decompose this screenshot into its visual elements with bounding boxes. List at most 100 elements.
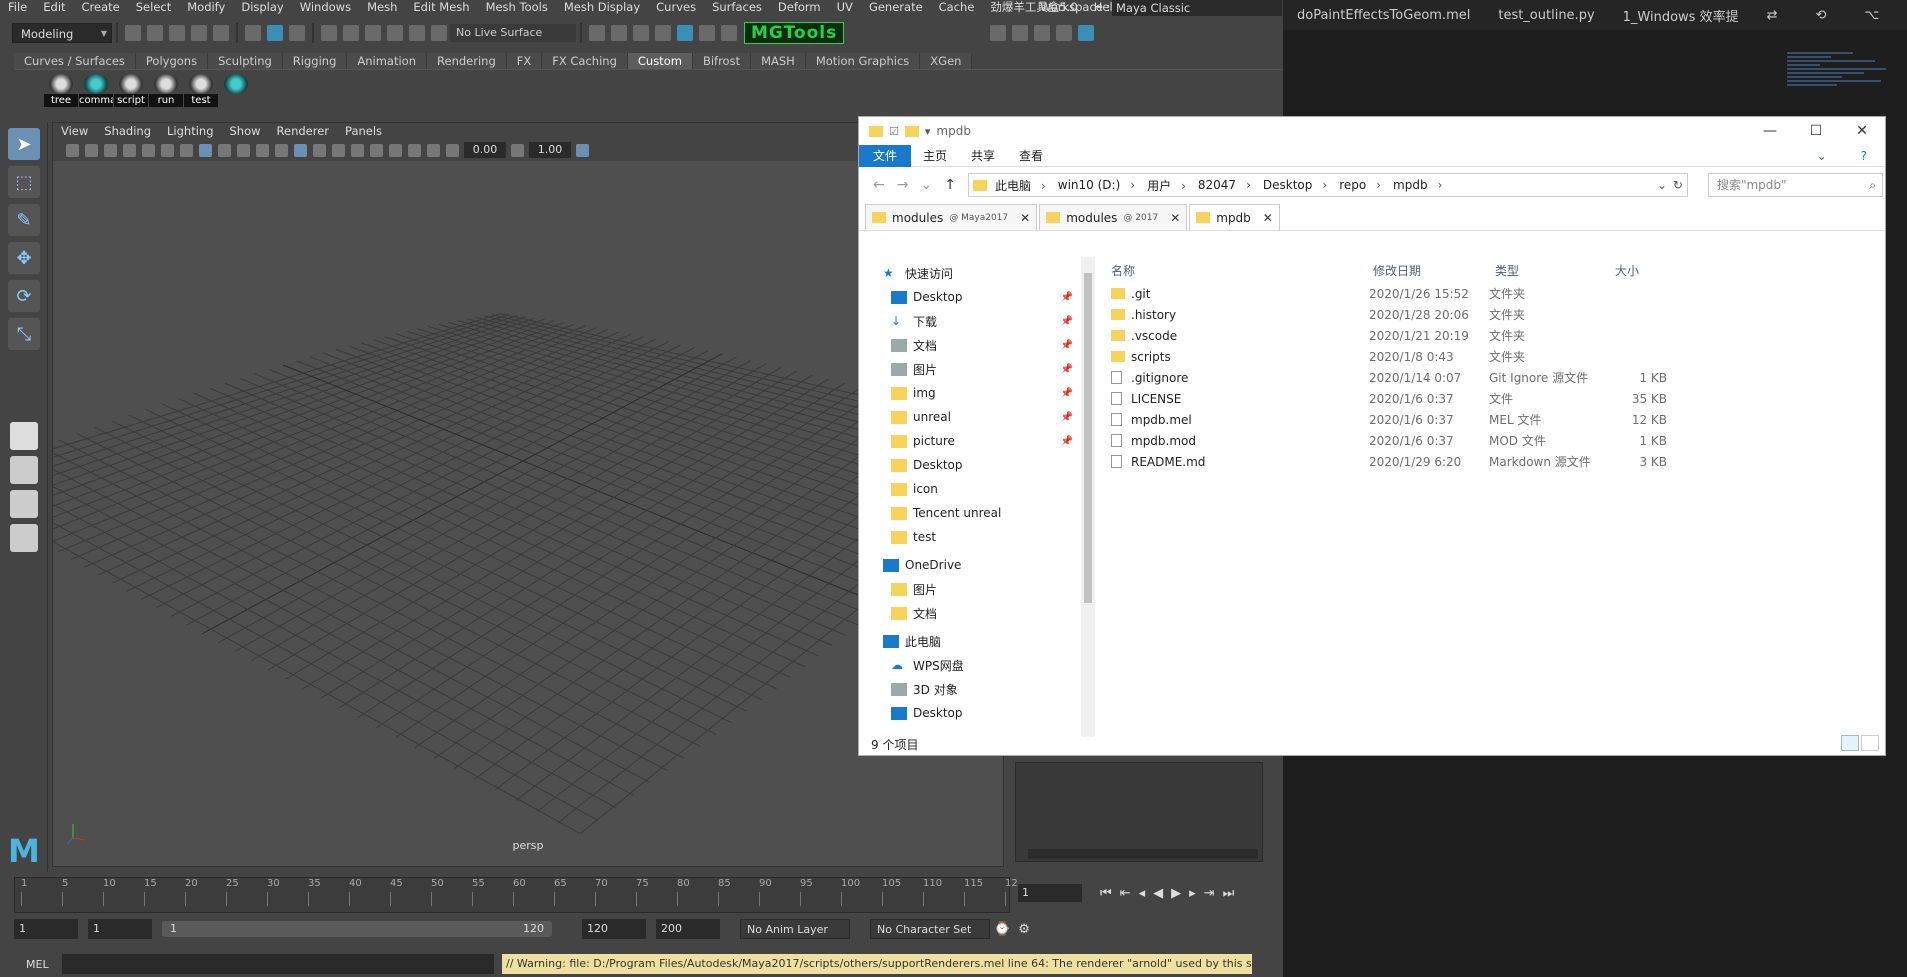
menu-item[interactable]: Generate bbox=[861, 0, 931, 15]
menu-item[interactable]: Create bbox=[74, 0, 128, 15]
ribbon-tab-file[interactable]: 文件 bbox=[859, 144, 912, 167]
shelf-button[interactable]: run bbox=[149, 74, 183, 107]
textured-icon[interactable] bbox=[256, 143, 269, 157]
file-row[interactable]: mpdb.mod 2020/1/6 0:37 MOD 文件 1 KB bbox=[1103, 430, 1883, 451]
properties-icon[interactable]: ☑ bbox=[889, 125, 899, 138]
breadcrumb[interactable]: Desktop bbox=[1263, 178, 1327, 192]
file-row[interactable]: .gitignore 2020/1/14 0:07 Git Ignore 源文件 1 … bbox=[1103, 367, 1883, 388]
source-control-icon[interactable]: ⌥ bbox=[1864, 8, 1879, 23]
shelf-tab[interactable]: FX Caching bbox=[542, 53, 628, 69]
snap-surface-icon[interactable] bbox=[409, 25, 425, 41]
scale-tool-icon[interactable]: ⤡ bbox=[8, 318, 40, 350]
anim-layer-dropdown[interactable]: No Anim Layer bbox=[740, 919, 850, 939]
column-date[interactable]: 修改日期 bbox=[1365, 262, 1487, 279]
menu-item[interactable]: Edit Mesh bbox=[405, 0, 477, 15]
ribbon-tab-home[interactable]: 主页 bbox=[911, 145, 959, 167]
shelf-tab[interactable]: Custom bbox=[627, 53, 693, 69]
open-scene-icon[interactable] bbox=[147, 25, 163, 41]
maximize-icon[interactable]: ☐ bbox=[1793, 123, 1839, 139]
viewport-menu-item[interactable]: Renderer bbox=[269, 123, 338, 139]
up-icon[interactable]: ↑ bbox=[944, 177, 956, 193]
go-to-start-icon[interactable]: ⏮ bbox=[1100, 886, 1112, 901]
playback-end-field[interactable]: 120 bbox=[582, 919, 646, 939]
smooth-shade-icon[interactable] bbox=[237, 143, 250, 157]
nav-item[interactable]: ★ 快速访问 bbox=[859, 261, 1091, 285]
help-icon[interactable]: ? bbox=[1849, 145, 1879, 167]
current-frame-field[interactable]: 1 bbox=[1018, 884, 1082, 902]
menu-item[interactable]: Curves bbox=[648, 0, 704, 15]
search-input[interactable]: 搜索"mpdb" ⌕ bbox=[1707, 173, 1883, 197]
nav-item[interactable]: Desktop 📌 bbox=[859, 285, 1091, 309]
character-set-dropdown[interactable]: No Character Set bbox=[870, 919, 990, 939]
camera-icon[interactable] bbox=[66, 143, 79, 157]
shelf-tab[interactable]: Bifrost bbox=[692, 53, 752, 69]
file-row[interactable]: README.md 2020/1/29 6:20 Markdown 源文件 3 KB bbox=[1103, 451, 1883, 472]
go-to-end-icon[interactable]: ⏭ bbox=[1223, 886, 1235, 901]
xray-icon[interactable] bbox=[389, 143, 402, 157]
breadcrumb[interactable]: 82047 bbox=[1198, 178, 1251, 192]
file-row[interactable]: scripts 2020/1/8 0:43 文件夹 bbox=[1103, 346, 1883, 367]
motion-blur-icon[interactable] bbox=[332, 143, 345, 157]
nav-item[interactable]: picture 📌 bbox=[859, 429, 1091, 453]
close-tab-icon[interactable]: ✕ bbox=[1020, 211, 1030, 225]
backface-icon[interactable] bbox=[427, 143, 440, 157]
ribbon-tab-share[interactable]: 共享 bbox=[959, 145, 1007, 167]
gamma-field[interactable]: 1.00 bbox=[529, 142, 571, 158]
shelf-tab[interactable]: FX bbox=[506, 53, 543, 69]
menu-item[interactable]: Deform bbox=[770, 0, 829, 15]
wireframe-icon[interactable] bbox=[218, 143, 231, 157]
breadcrumb[interactable]: 此电脑 bbox=[995, 177, 1046, 194]
play-icon[interactable] bbox=[699, 25, 715, 41]
nav-item[interactable]: 3D 对象 bbox=[859, 677, 1091, 701]
shelf-tab[interactable]: Motion Graphics bbox=[805, 53, 921, 69]
magnet-icon[interactable] bbox=[431, 25, 447, 41]
bookmark-icon[interactable] bbox=[104, 143, 117, 157]
auto-key-icon[interactable]: ⌚ bbox=[994, 922, 1010, 937]
shelf-tab[interactable]: Animation bbox=[347, 53, 428, 69]
recent-locations-icon[interactable]: ⌄ bbox=[920, 177, 932, 193]
shelf-tab[interactable]: Rigging bbox=[282, 53, 348, 69]
nav-item[interactable]: 此电脑 bbox=[859, 629, 1091, 653]
nav-item[interactable]: unreal 📌 bbox=[859, 405, 1091, 429]
forward-icon[interactable]: → bbox=[897, 177, 909, 193]
shelf-tab[interactable]: Polygons bbox=[135, 53, 209, 69]
shelf-tab[interactable]: Curves / Surfaces bbox=[14, 53, 136, 69]
color-management-icon[interactable] bbox=[576, 143, 589, 157]
nav-item[interactable]: img 📌 bbox=[859, 381, 1091, 405]
nav-item[interactable]: 文档 bbox=[859, 601, 1091, 625]
menu-item[interactable]: Edit bbox=[35, 0, 73, 15]
range-slider[interactable]: 1 120 bbox=[162, 921, 552, 937]
viewport-menu-item[interactable]: Lighting bbox=[159, 123, 221, 139]
live-surface-field[interactable]: No Live Surface bbox=[450, 24, 576, 42]
menu-item[interactable]: Mesh Tools bbox=[478, 0, 556, 15]
mode-dropdown[interactable]: Modeling bbox=[12, 23, 112, 44]
mgtools-logo[interactable]: MGTools bbox=[744, 22, 845, 44]
render-icon[interactable] bbox=[589, 25, 605, 41]
step-back-key-icon[interactable]: ⇤ bbox=[1120, 886, 1131, 901]
tab-modules-maya2017[interactable]: modules @ Maya2017 ✕ bbox=[865, 204, 1038, 230]
nav-item[interactable]: test bbox=[859, 525, 1091, 549]
resolution-gate-icon[interactable] bbox=[180, 143, 193, 157]
shelf-tab[interactable]: Rendering bbox=[427, 53, 507, 69]
time-slider[interactable]: 1 5 10 15 20 25 30 35 40 45 50 55 60 65 70 75 80 85 90 95 10… bbox=[14, 877, 1018, 913]
menu-item[interactable]: Select bbox=[128, 0, 179, 15]
two-view-layout-icon[interactable] bbox=[10, 490, 38, 518]
hypershade-icon[interactable] bbox=[655, 25, 671, 41]
attribute-editor-icon[interactable] bbox=[1034, 25, 1051, 41]
menu-item[interactable]: Windows bbox=[292, 0, 359, 15]
gamma-icon[interactable] bbox=[511, 143, 524, 157]
pause-icon[interactable] bbox=[721, 25, 737, 41]
tab-dopainteffects[interactable]: doPaintEffectsToGeom.mel bbox=[1297, 8, 1470, 23]
shelf-tab[interactable]: MASH bbox=[751, 53, 806, 69]
shadows-icon[interactable] bbox=[294, 143, 307, 157]
shelf-button[interactable]: comma bbox=[79, 74, 113, 107]
nav-item[interactable]: Desktop bbox=[859, 701, 1091, 725]
horizontal-scrollbar[interactable] bbox=[1028, 849, 1258, 859]
step-forward-frame-icon[interactable]: ▸ bbox=[1189, 886, 1196, 901]
modeling-toolkit-icon[interactable] bbox=[990, 25, 1007, 41]
camera-attr-icon[interactable] bbox=[85, 143, 98, 157]
breadcrumb[interactable]: 用户 bbox=[1147, 177, 1186, 194]
close-icon[interactable]: ✕ bbox=[1839, 123, 1885, 139]
nav-item[interactable]: OneDrive bbox=[859, 553, 1091, 577]
scene-end-field[interactable]: 200 bbox=[656, 919, 720, 939]
